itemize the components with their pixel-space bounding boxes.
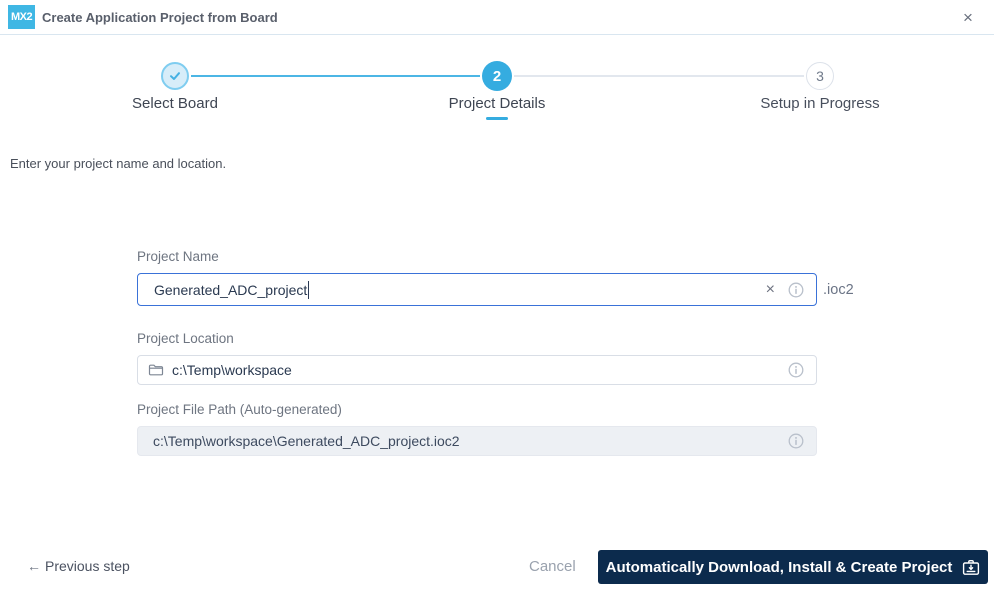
project-location-value: c:\Temp\workspace xyxy=(172,362,292,378)
active-step-underline xyxy=(486,117,508,120)
step-2-circle: 2 xyxy=(482,61,512,91)
step-1-label: Select Board xyxy=(132,95,218,112)
project-file-path-label: Project File Path (Auto-generated) xyxy=(137,402,342,417)
previous-step-link[interactable]: ← Previous step xyxy=(27,558,130,574)
folder-icon[interactable] xyxy=(148,363,164,377)
step-3-circle: 3 xyxy=(806,62,834,90)
left-arrow-icon: ← xyxy=(27,558,41,574)
step-2-label: Project Details xyxy=(448,95,546,112)
info-icon[interactable] xyxy=(788,433,804,449)
step-3-label: Setup in Progress xyxy=(760,95,880,112)
close-icon: × xyxy=(963,8,973,27)
mx2-logo: MX2 xyxy=(8,5,35,29)
create-project-button-label: Automatically Download, Install & Create… xyxy=(605,558,953,576)
step-1-circle xyxy=(161,62,189,90)
project-location-input[interactable]: c:\Temp\workspace xyxy=(137,355,817,385)
project-location-label: Project Location xyxy=(137,331,234,346)
create-project-button[interactable]: Automatically Download, Install & Create… xyxy=(598,550,988,584)
stepper-connector-upcoming xyxy=(514,75,804,77)
project-name-label: Project Name xyxy=(137,249,219,264)
close-button[interactable]: × xyxy=(956,6,980,30)
info-icon[interactable] xyxy=(788,362,804,378)
install-briefcase-icon xyxy=(963,559,980,575)
instruction-text: Enter your project name and location. xyxy=(10,156,227,171)
stepper-connector-done xyxy=(191,75,480,77)
clear-button[interactable]: × xyxy=(766,274,775,305)
previous-step-label: Previous step xyxy=(45,558,130,574)
info-icon[interactable] xyxy=(788,282,804,298)
dialog-title: Create Application Project from Board xyxy=(42,10,278,25)
create-project-dialog: MX2 Create Application Project from Boar… xyxy=(0,0,994,597)
project-file-path-input: c:\Temp\workspace\Generated_ADC_project.… xyxy=(137,426,817,456)
check-icon xyxy=(170,72,180,80)
project-name-input[interactable]: Generated_ADC_project × xyxy=(137,273,817,306)
text-caret xyxy=(308,280,310,299)
cancel-button[interactable]: Cancel xyxy=(529,558,576,575)
clear-icon: × xyxy=(765,280,775,298)
wizard-stepper: 2 3 Select Board Project Details Setup i… xyxy=(0,35,994,135)
titlebar: MX2 Create Application Project from Boar… xyxy=(0,0,994,35)
project-name-value: Generated_ADC_project xyxy=(154,281,308,298)
file-extension-suffix: .ioc2 xyxy=(823,281,854,298)
project-file-path-value: c:\Temp\workspace\Generated_ADC_project.… xyxy=(153,433,460,449)
